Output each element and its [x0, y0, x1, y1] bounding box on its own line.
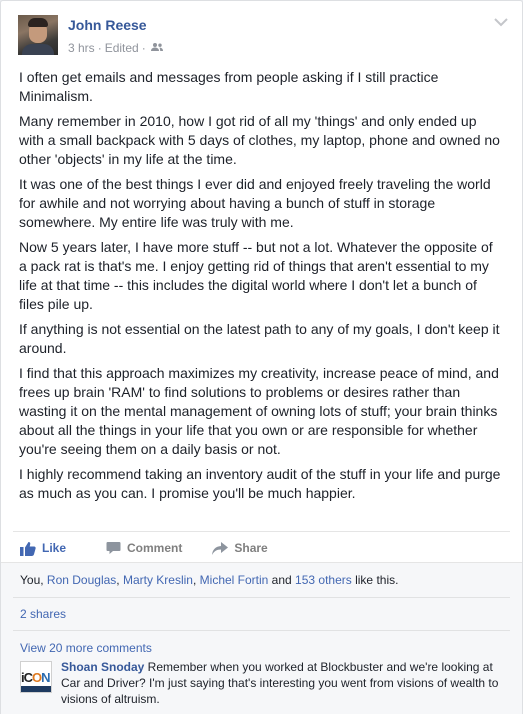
post-meta: 3 hrs · Edited · [68, 41, 163, 55]
likes-prefix: You, [20, 573, 47, 587]
avatar-letters: iC [21, 670, 33, 685]
like-label: Like [42, 541, 67, 555]
liker-link[interactable]: Ron Douglas [47, 573, 116, 587]
post-card: John Reese 3 hrs · Edited · I often get … [0, 0, 523, 714]
comment-body: Shoan Snoday Remember when you worked at… [61, 659, 510, 707]
friends-icon[interactable] [150, 41, 163, 55]
commenter-name[interactable]: Shoan Snoday [61, 660, 144, 674]
shares-link[interactable]: 2 shares [20, 607, 66, 621]
author-avatar[interactable] [18, 15, 58, 55]
chevron-down-icon[interactable] [494, 17, 508, 27]
post-paragraph: I highly recommend taking an inventory a… [19, 466, 501, 501]
post-paragraph: I often get emails and messages from peo… [19, 69, 439, 104]
comment-button[interactable]: Comment [106, 539, 182, 555]
post-paragraph: Now 5 years later, I have more stuff -- … [19, 239, 493, 312]
likes-suffix: like this. [351, 573, 399, 587]
post-paragraph: Many remember in 2010, how I got rid of … [19, 113, 500, 167]
others-link[interactable]: 153 others [295, 573, 352, 587]
commenter-avatar[interactable]: iCON [20, 661, 52, 693]
meta-dot: · [97, 41, 102, 55]
post-paragraph: I find that this approach maximizes my c… [19, 365, 499, 457]
post-paragraph: It was one of the best things I ever did… [19, 176, 491, 230]
divider [13, 597, 510, 598]
edited-label[interactable]: Edited [105, 41, 139, 55]
comment-label: Comment [127, 541, 183, 555]
view-more-comments-link[interactable]: View 20 more comments [20, 641, 152, 655]
likes-summary: You, Ron Douglas, Marty Kreslin, Michel … [20, 573, 398, 587]
share-label: Share [234, 541, 268, 555]
likes-separator: , [116, 573, 123, 587]
thumbs-up-icon [20, 541, 36, 556]
author-name[interactable]: John Reese [68, 17, 147, 33]
likes-separator: , [192, 573, 200, 587]
divider [13, 630, 510, 631]
avatar-letters: O [32, 670, 42, 685]
avatar-letters: N [41, 670, 50, 685]
post-header: John Reese 3 hrs · Edited · [1, 1, 522, 65]
share-icon [212, 541, 229, 555]
feedback-section: You, Ron Douglas, Marty Kreslin, Michel … [1, 562, 522, 714]
likes-and: and [268, 573, 296, 587]
post-body: I often get emails and messages from peo… [1, 65, 522, 503]
like-button[interactable]: Like [20, 539, 66, 556]
share-button[interactable]: Share [212, 539, 268, 555]
post-time[interactable]: 3 hrs [68, 41, 95, 55]
liker-link[interactable]: Marty Kreslin [123, 573, 193, 587]
liker-link[interactable]: Michel Fortin [200, 573, 269, 587]
comment-icon [106, 542, 121, 554]
action-bar: Like Comment Share [13, 531, 510, 562]
post-paragraph: If anything is not essential on the late… [19, 321, 500, 356]
meta-dot: · [141, 41, 146, 55]
